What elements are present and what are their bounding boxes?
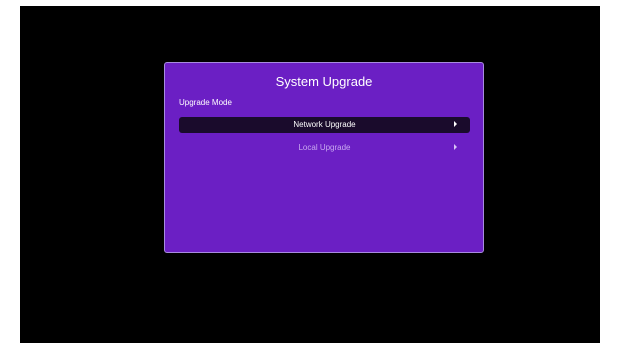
tv-screen: System Upgrade Upgrade Mode Network Upgr… bbox=[20, 6, 600, 343]
upgrade-mode-label: Upgrade Mode bbox=[179, 98, 232, 107]
network-upgrade-option[interactable]: Network Upgrade bbox=[179, 117, 470, 133]
system-upgrade-dialog: System Upgrade Upgrade Mode Network Upgr… bbox=[164, 62, 484, 253]
arrow-right-icon bbox=[454, 121, 457, 127]
network-upgrade-label: Network Upgrade bbox=[293, 120, 356, 129]
dialog-title: System Upgrade bbox=[275, 74, 373, 89]
local-upgrade-label: Local Upgrade bbox=[298, 143, 351, 152]
arrow-right-icon bbox=[454, 144, 457, 150]
local-upgrade-option[interactable]: Local Upgrade bbox=[179, 140, 470, 156]
